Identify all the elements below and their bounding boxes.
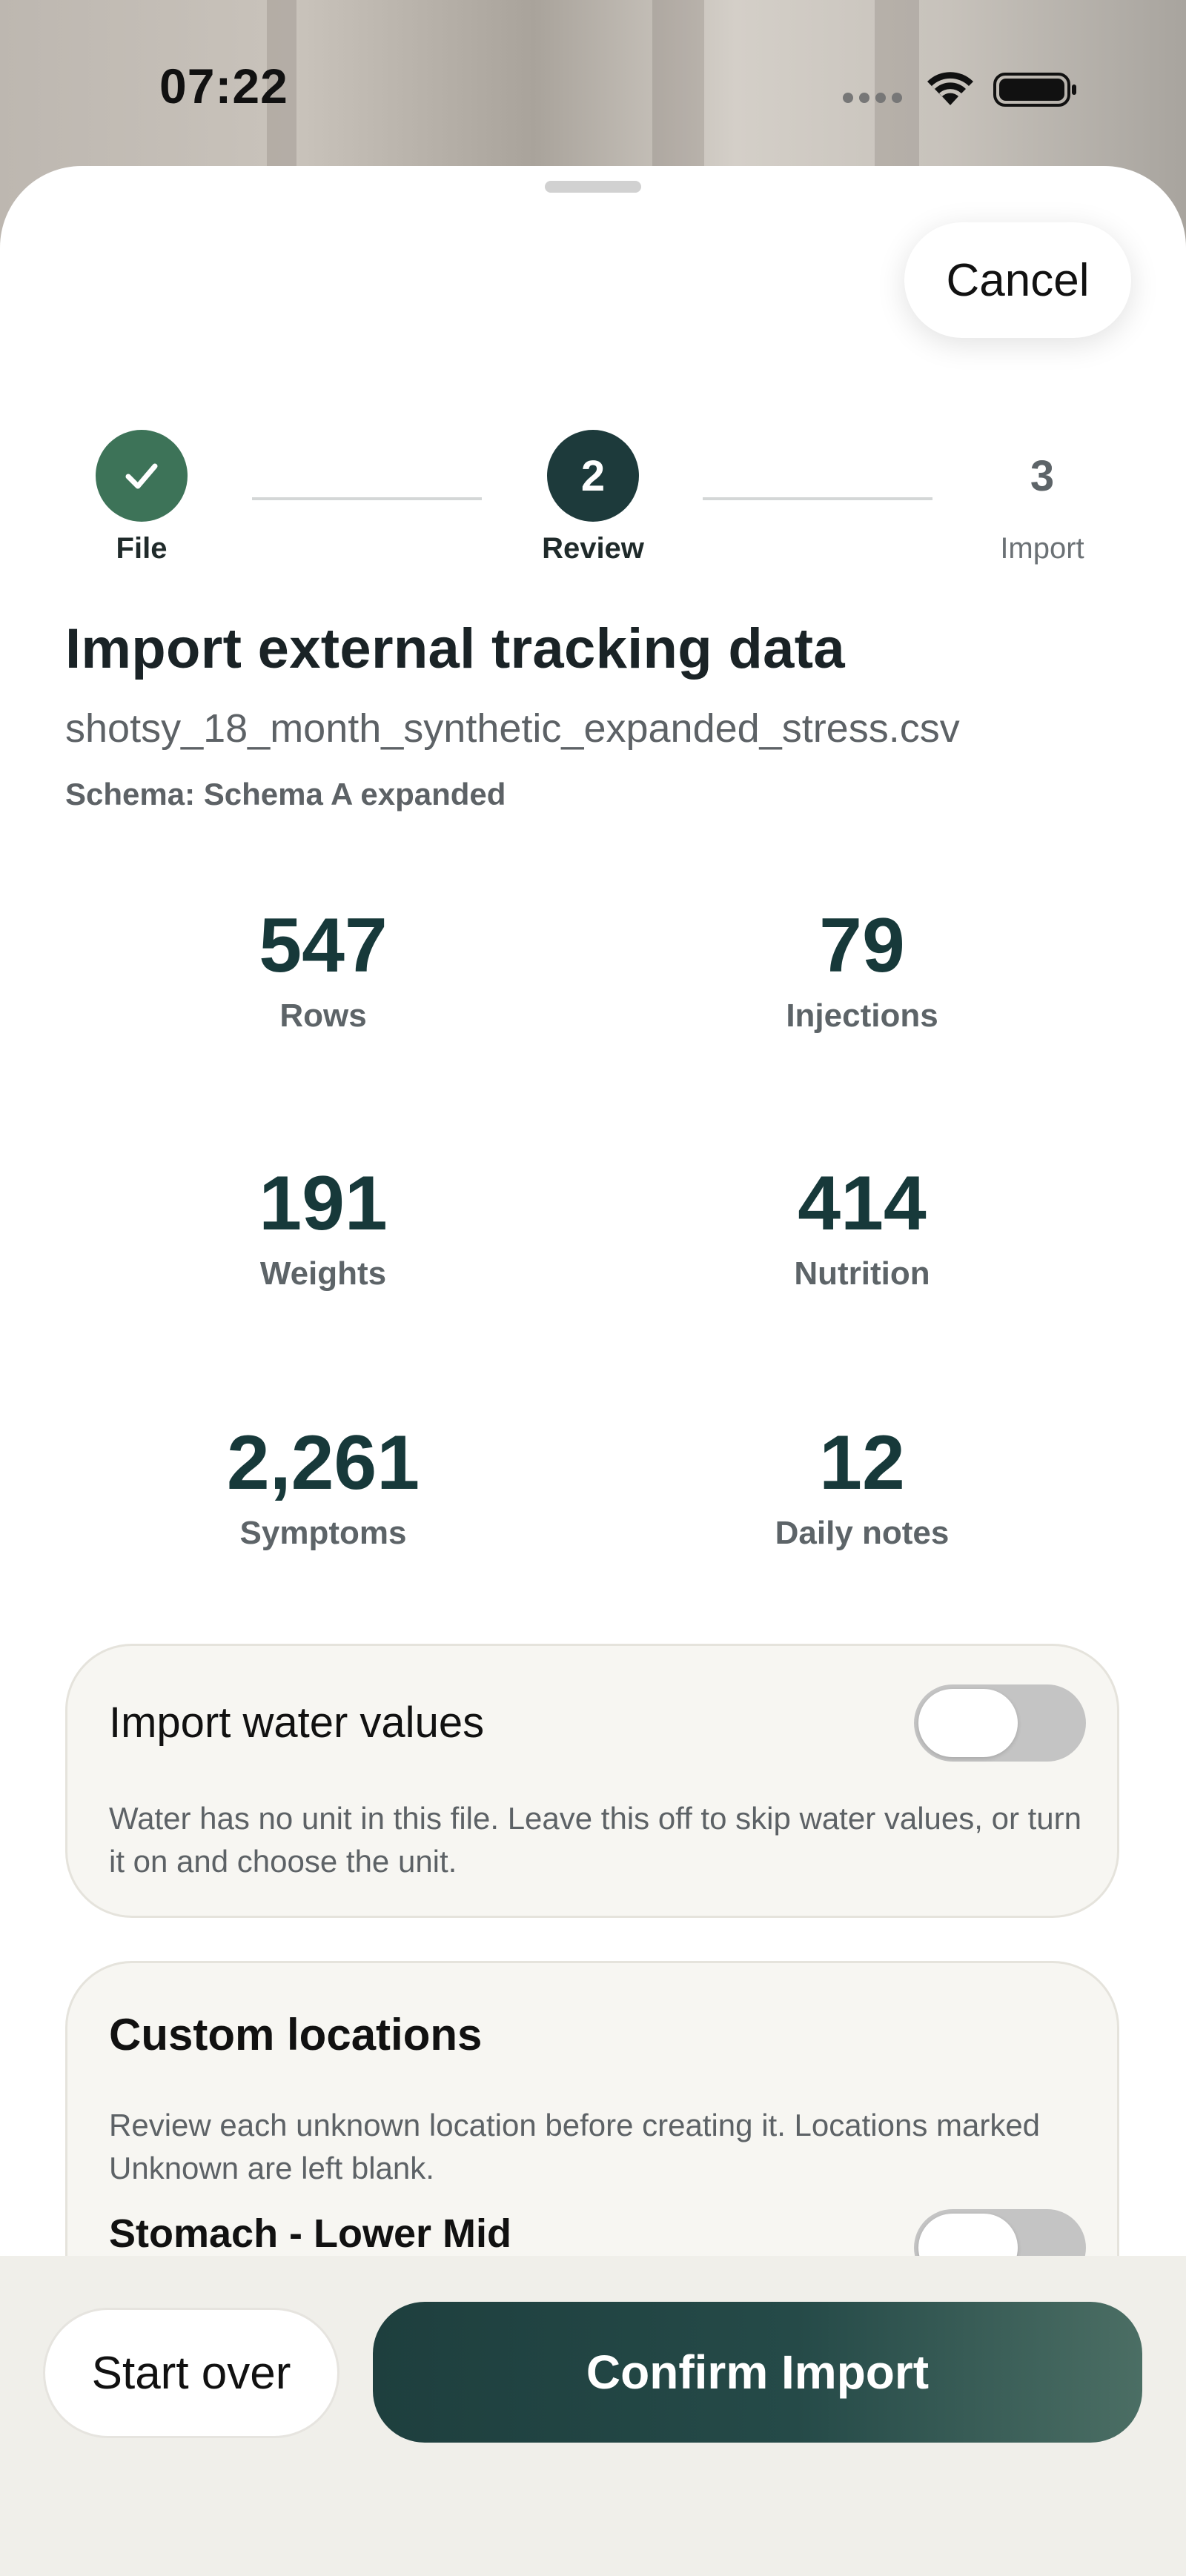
custom-locations-card: Custom locations Review each unknown loc… [65, 1961, 1119, 2256]
stat-label: Rows [279, 997, 367, 1034]
water-import-card: Import water values Water has no unit in… [65, 1644, 1119, 1918]
locations-description: Review each unknown location before crea… [109, 2108, 1041, 2185]
step-import: 3 Import [977, 430, 1107, 565]
signal-icon [843, 93, 902, 103]
stat-value: 191 [259, 1161, 388, 1246]
stat-symptoms: 2,261 Symptoms [116, 1424, 531, 1552]
step-label: Import [1000, 532, 1084, 565]
water-toggle[interactable] [914, 1684, 1086, 1762]
location-item-name: Stomach - Lower Mid [109, 2211, 512, 2256]
stat-label: Daily notes [775, 1515, 950, 1551]
stat-value: 2,261 [226, 1420, 420, 1506]
stat-weights: 191 Weights [116, 1165, 531, 1292]
start-over-button[interactable]: Start over [43, 2308, 339, 2438]
step-review: 2 Review [519, 430, 667, 565]
status-time: 07:22 [159, 59, 288, 113]
water-toggle-label: Import water values [109, 1699, 485, 1747]
stat-daily-notes: 12 Daily notes [655, 1424, 1070, 1552]
stat-value: 12 [819, 1420, 905, 1506]
step-label: Review [542, 532, 644, 565]
toggle-knob [918, 2214, 1018, 2256]
location-toggle[interactable] [914, 2209, 1086, 2256]
stat-value: 547 [259, 903, 388, 989]
stat-rows: 547 Rows [116, 907, 531, 1035]
step-label: File [116, 532, 168, 565]
confirm-import-button[interactable]: Confirm Import [373, 2302, 1142, 2443]
toggle-knob [918, 1689, 1018, 1757]
stat-injections: 79 Injections [655, 907, 1070, 1035]
stat-value: 414 [798, 1161, 927, 1246]
import-sheet: Cancel File 2 Review 3 Import Import ext… [0, 166, 1186, 2256]
page-title: Import external tracking data [65, 617, 845, 680]
stat-label: Symptoms [239, 1515, 407, 1551]
step-connector [703, 497, 932, 500]
cancel-button[interactable]: Cancel [904, 222, 1131, 338]
battery-icon [993, 73, 1076, 107]
step-file: File [79, 430, 205, 565]
schema-label: Schema: Schema A expanded [65, 777, 506, 811]
wifi-icon [927, 72, 973, 105]
step-number: 2 [547, 430, 639, 522]
stat-nutrition: 414 Nutrition [655, 1165, 1070, 1292]
checkmark-icon [96, 430, 188, 522]
step-connector [252, 497, 482, 500]
status-icons [843, 72, 1076, 107]
stat-label: Nutrition [794, 1255, 930, 1292]
stat-label: Weights [259, 1255, 387, 1292]
locations-title: Custom locations [109, 2010, 483, 2059]
sheet-grabber[interactable] [545, 181, 641, 193]
water-description: Water has no unit in this file. Leave th… [109, 1801, 1081, 1879]
step-number: 3 [1030, 451, 1055, 500]
file-name: shotsy_18_month_synthetic_expanded_stres… [65, 706, 960, 751]
bottom-action-bar: Start over Confirm Import [0, 2256, 1186, 2576]
stat-value: 79 [819, 903, 905, 989]
stat-label: Injections [786, 997, 938, 1034]
